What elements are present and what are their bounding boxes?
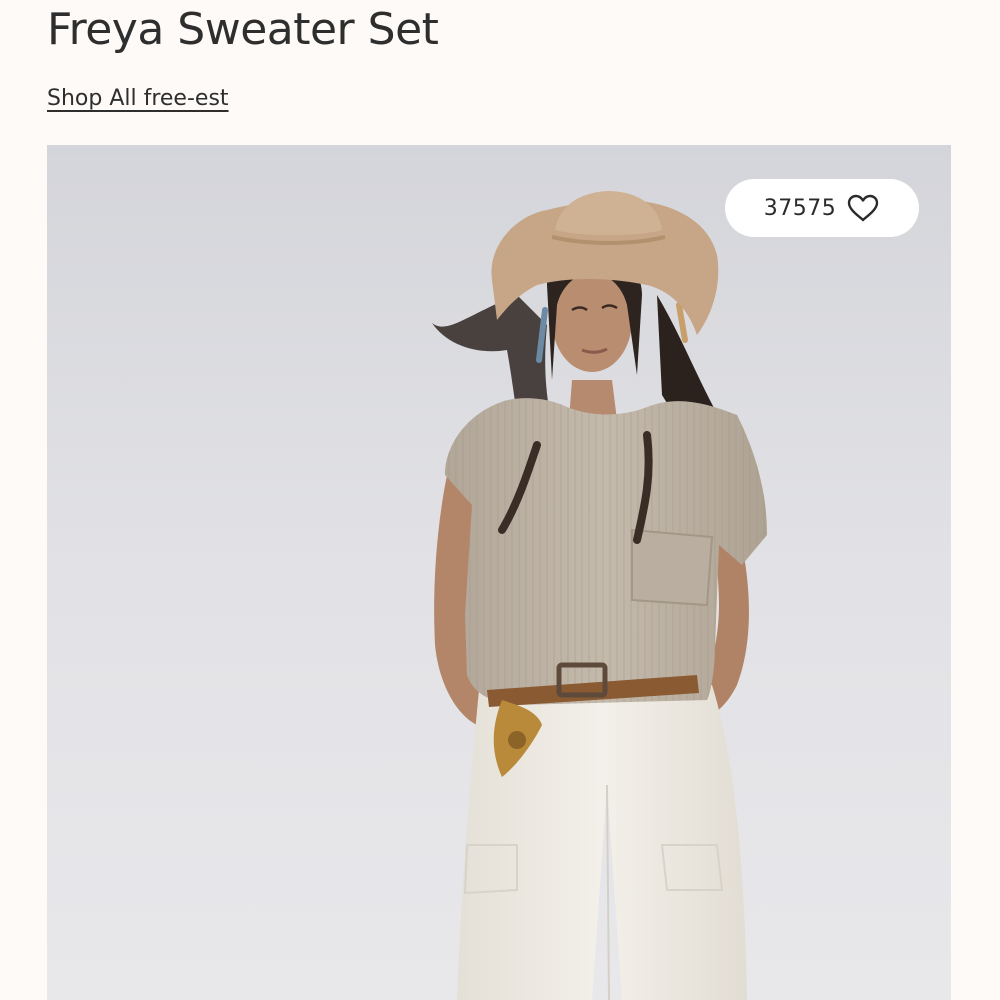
model-photo	[47, 145, 951, 1000]
sweater-pocket	[631, 528, 714, 607]
product-image[interactable]	[47, 145, 951, 1000]
product-title: Freya Sweater Set	[47, 4, 439, 55]
shop-all-brand-link[interactable]: Shop All free-est	[47, 84, 229, 114]
product-page: Freya Sweater Set Shop All free-est 3757…	[0, 0, 1000, 1000]
like-button[interactable]: 37575	[725, 179, 919, 237]
heart-outline-icon	[848, 194, 879, 222]
like-count: 37575	[763, 195, 837, 221]
